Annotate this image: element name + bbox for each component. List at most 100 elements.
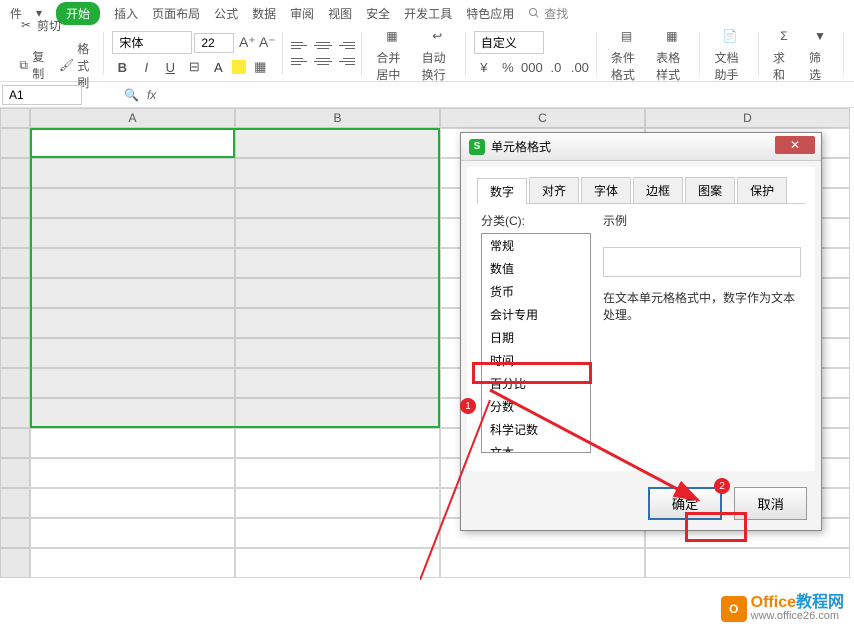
increase-font-button[interactable]: A⁺ (238, 34, 256, 52)
cell[interactable] (235, 458, 440, 488)
dialog-titlebar[interactable]: S 单元格格式 ✕ (461, 133, 821, 161)
zoom-icon[interactable]: 🔍 (124, 88, 139, 102)
cell[interactable] (30, 128, 235, 158)
increase-decimal-button[interactable]: .0 (546, 58, 566, 76)
currency-button[interactable]: ¥ (474, 58, 494, 76)
number-format-select[interactable]: 自定义 (474, 31, 544, 54)
percent-button[interactable]: % (498, 58, 518, 76)
align-left[interactable] (291, 55, 311, 69)
cell[interactable] (30, 308, 235, 338)
tab-special[interactable]: 特色应用 (466, 5, 514, 22)
tab-page-layout[interactable]: 页面布局 (152, 5, 200, 22)
col-header-b[interactable]: B (235, 108, 440, 128)
tab-view[interactable]: 视图 (328, 5, 352, 22)
cell[interactable] (30, 548, 235, 578)
dlg-tab-border[interactable]: 边框 (633, 177, 683, 203)
cell[interactable] (30, 518, 235, 548)
search-area[interactable]: 查找 (528, 5, 568, 22)
dlg-tab-font[interactable]: 字体 (581, 177, 631, 203)
close-button[interactable]: ✕ (775, 136, 815, 154)
cell[interactable] (235, 188, 440, 218)
cancel-button[interactable]: 取消 (734, 487, 807, 520)
cell[interactable] (30, 158, 235, 188)
comma-button[interactable]: 000 (522, 58, 542, 76)
tab-dev-tools[interactable]: 开发工具 (404, 5, 452, 22)
cat-scientific[interactable]: 科学记数 (482, 418, 590, 441)
cell[interactable] (235, 518, 440, 548)
category-list[interactable]: 常规 数值 货币 会计专用 日期 时间 百分比 分数 科学记数 文本 特殊 自定… (481, 233, 591, 453)
decrease-font-button[interactable]: A⁻ (258, 34, 276, 52)
sum-button[interactable]: Σ 求和 (767, 25, 801, 83)
cell[interactable] (235, 548, 440, 578)
cell[interactable] (235, 428, 440, 458)
cell[interactable] (30, 368, 235, 398)
wrap-text-button[interactable]: ↩ 自动换行 (416, 25, 459, 83)
cell[interactable] (30, 488, 235, 518)
cat-accounting[interactable]: 会计专用 (482, 303, 590, 326)
font-name-select[interactable]: 宋体 (112, 31, 192, 54)
select-all-corner[interactable] (0, 108, 30, 128)
cat-percentage[interactable]: 百分比 (482, 372, 590, 395)
filter-button[interactable]: ▼ 筛选 (803, 25, 837, 83)
font-size-select[interactable]: 22 (194, 33, 234, 53)
tab-security[interactable]: 安全 (366, 5, 390, 22)
cell[interactable] (440, 548, 645, 578)
cat-currency[interactable]: 货币 (482, 280, 590, 303)
cat-fraction[interactable]: 分数 (482, 395, 590, 418)
table-style-button[interactable]: ▦ 表格样式 (650, 25, 693, 83)
cell[interactable] (235, 128, 440, 158)
align-top-right[interactable] (335, 39, 355, 53)
cat-number[interactable]: 数值 (482, 257, 590, 280)
font-color-button[interactable]: A (208, 58, 228, 76)
cell[interactable] (30, 428, 235, 458)
cat-date[interactable]: 日期 (482, 326, 590, 349)
tab-data[interactable]: 数据 (252, 5, 276, 22)
align-top-center[interactable] (313, 39, 333, 53)
name-box[interactable]: A1 (2, 85, 82, 105)
ok-button[interactable]: 确定 (648, 487, 723, 520)
cell[interactable] (235, 158, 440, 188)
border-button[interactable]: ▦ (250, 58, 270, 76)
cat-text[interactable]: 文本 (482, 441, 590, 453)
col-header-d[interactable]: D (645, 108, 850, 128)
cell[interactable] (30, 248, 235, 278)
cell[interactable] (235, 338, 440, 368)
conditional-format-button[interactable]: ▤ 条件格式 (605, 25, 648, 83)
cell[interactable] (235, 398, 440, 428)
doc-helper-button[interactable]: 📄 文档助手 (708, 25, 752, 83)
cell[interactable] (30, 278, 235, 308)
cell[interactable] (30, 218, 235, 248)
align-right[interactable] (335, 55, 355, 69)
cell[interactable] (235, 248, 440, 278)
cell[interactable] (235, 218, 440, 248)
italic-button[interactable]: I (136, 58, 156, 76)
cell[interactable] (30, 458, 235, 488)
cat-general[interactable]: 常规 (482, 234, 590, 257)
dlg-tab-pattern[interactable]: 图案 (685, 177, 735, 203)
col-header-c[interactable]: C (440, 108, 645, 128)
cell[interactable] (645, 548, 850, 578)
dlg-tab-align[interactable]: 对齐 (529, 177, 579, 203)
cell[interactable] (235, 368, 440, 398)
bold-button[interactable]: B (112, 58, 132, 76)
tab-insert[interactable]: 插入 (114, 5, 138, 22)
align-center[interactable] (313, 55, 333, 69)
cell[interactable] (235, 308, 440, 338)
align-top-left[interactable] (291, 39, 311, 53)
dlg-tab-protect[interactable]: 保护 (737, 177, 787, 203)
cell[interactable] (30, 398, 235, 428)
cut-button[interactable]: ✂ 剪切 (16, 15, 97, 36)
tab-review[interactable]: 审阅 (290, 5, 314, 22)
cell[interactable] (30, 188, 235, 218)
decrease-decimal-button[interactable]: .00 (570, 58, 590, 76)
fx-label[interactable]: fx (147, 88, 156, 102)
fill-color-button[interactable] (232, 60, 246, 74)
strikethrough-button[interactable]: ⊟ (184, 58, 204, 76)
col-header-a[interactable]: A (30, 108, 235, 128)
merge-center-button[interactable]: ▦ 合并居中 (370, 25, 413, 83)
cell[interactable] (235, 278, 440, 308)
cell[interactable] (235, 488, 440, 518)
underline-button[interactable]: U (160, 58, 180, 76)
cat-time[interactable]: 时间 (482, 349, 590, 372)
dlg-tab-number[interactable]: 数字 (477, 178, 527, 204)
